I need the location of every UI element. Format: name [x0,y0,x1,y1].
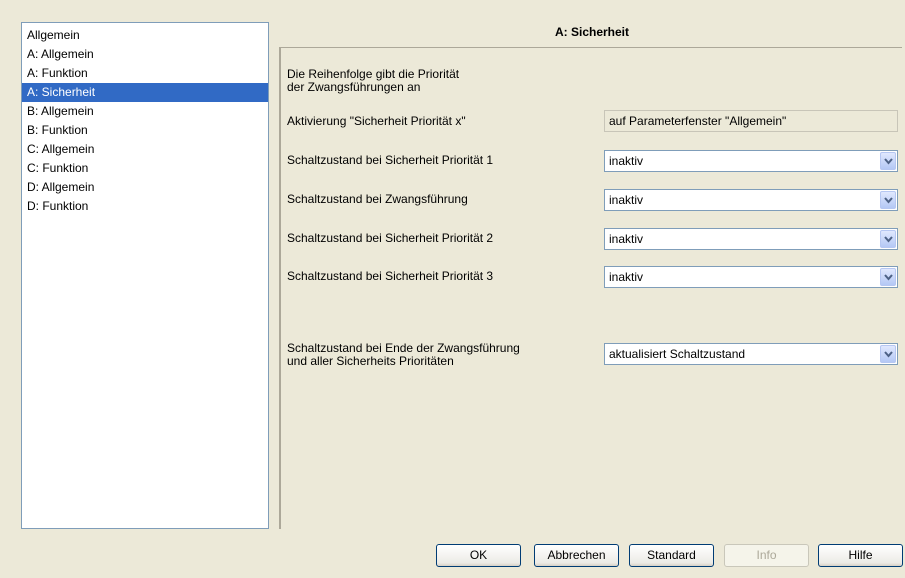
nav-item-allgemein[interactable]: Allgemein [22,26,268,45]
parameter-dialog: Allgemein A: Allgemein A: Funktion A: Si… [0,0,905,578]
nav-item-d-funktion[interactable]: D: Funktion [22,197,268,216]
parameter-page-list[interactable]: Allgemein A: Allgemein A: Funktion A: Si… [21,22,269,529]
info-button: Info [724,544,809,567]
intro-text: Die Reihenfolge gibt die Priorität der Z… [287,68,459,94]
row-label-end-forced-operation: Schaltzustand bei Ende der Zwangsführung… [287,342,520,368]
nav-item-a-sicherheit[interactable]: A: Sicherheit [22,83,268,102]
activation-value-field: auf Parameterfenster "Allgemein" [604,110,898,132]
help-button[interactable]: Hilfe [818,544,903,567]
nav-item-a-allgemein[interactable]: A: Allgemein [22,45,268,64]
chevron-down-icon[interactable] [880,345,896,363]
priority-3-select-value: inaktiv [609,270,644,284]
row-label-forced-operation: Schaltzustand bei Zwangsführung [287,192,468,206]
nav-item-a-funktion[interactable]: A: Funktion [22,64,268,83]
activation-label: Aktivierung "Sicherheit Priorität x" [287,114,466,128]
cancel-button[interactable]: Abbrechen [534,544,619,567]
forced-operation-select[interactable]: inaktiv [604,189,898,211]
nav-item-d-allgemein[interactable]: D: Allgemein [22,178,268,197]
row-label-priority-3: Schaltzustand bei Sicherheit Priorität 3 [287,269,494,283]
ok-button[interactable]: OK [436,544,521,567]
end-state-select[interactable]: aktualisiert Schaltzustand [604,343,898,365]
default-button[interactable]: Standard [629,544,714,567]
chevron-down-icon[interactable] [880,268,896,286]
priority-1-select[interactable]: inaktiv [604,150,898,172]
priority-2-select[interactable]: inaktiv [604,228,898,250]
nav-item-c-allgemein[interactable]: C: Allgemein [22,140,268,159]
chevron-down-icon[interactable] [880,230,896,248]
nav-item-c-funktion[interactable]: C: Funktion [22,159,268,178]
intro-line-2: der Zwangsführungen an [287,80,421,94]
nav-item-b-allgemein[interactable]: B: Allgemein [22,102,268,121]
priority-1-select-value: inaktiv [609,154,644,168]
forced-operation-select-value: inaktiv [609,193,644,207]
chevron-down-icon[interactable] [880,191,896,209]
priority-3-select[interactable]: inaktiv [604,266,898,288]
end-label-line-2: und aller Sicherheits Prioritäten [287,354,454,368]
row-label-priority-2: Schaltzustand bei Sicherheit Priorität 2 [287,231,494,245]
chevron-down-icon[interactable] [880,152,896,170]
priority-2-select-value: inaktiv [609,232,644,246]
nav-item-b-funktion[interactable]: B: Funktion [22,121,268,140]
end-state-select-value: aktualisiert Schaltzustand [609,347,746,361]
page-title: A: Sicherheit [554,25,629,39]
row-label-priority-1: Schaltzustand bei Sicherheit Priorität 1 [287,153,494,167]
